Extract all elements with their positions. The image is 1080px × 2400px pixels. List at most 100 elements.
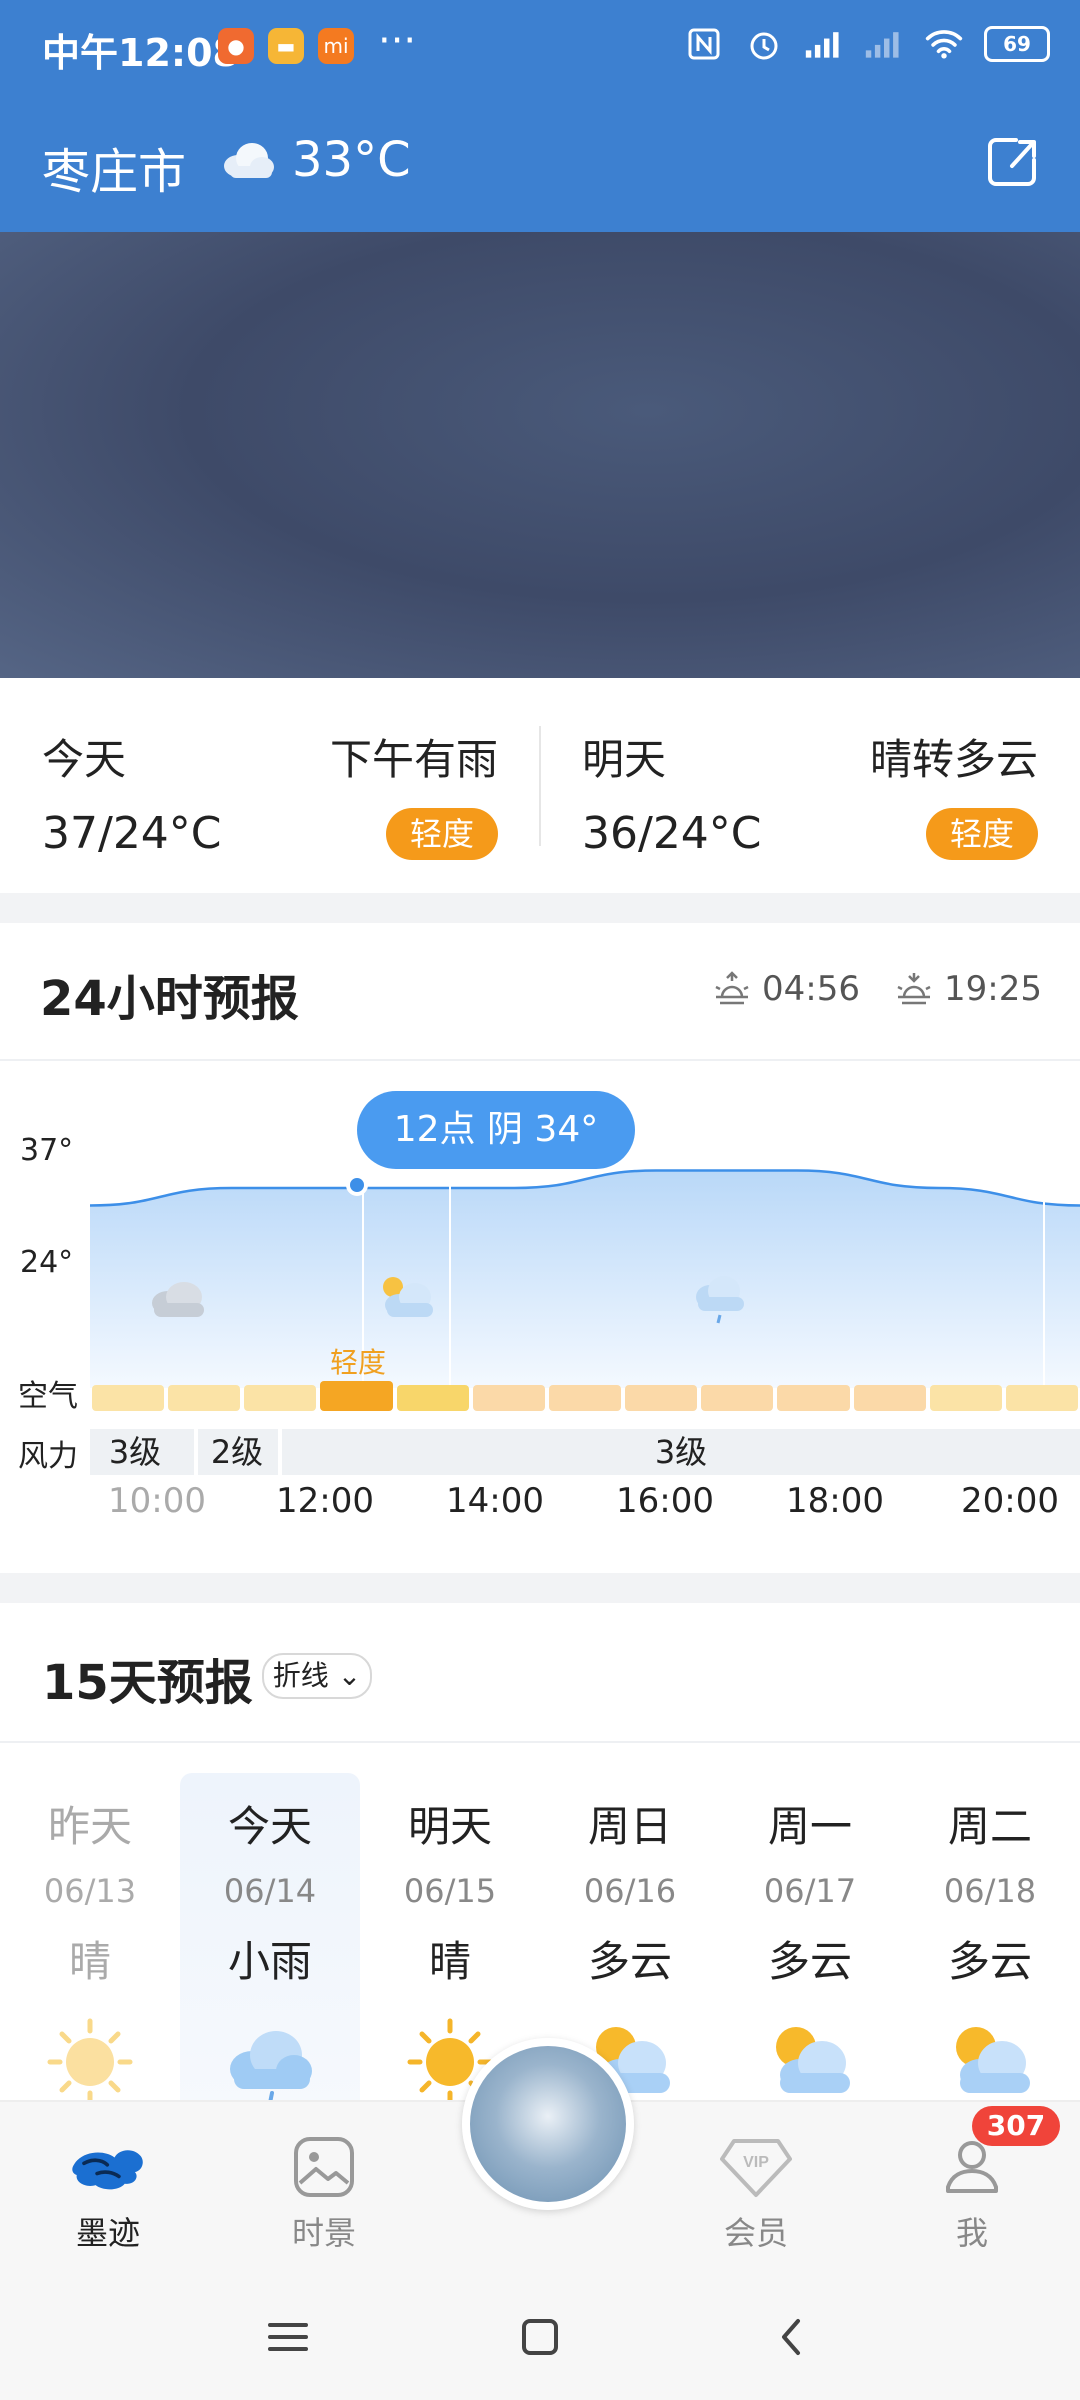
vip-icon: VIP	[716, 2132, 796, 2202]
app-notification-icon: ●	[218, 28, 254, 64]
hour-label: 12:00	[276, 1481, 374, 1521]
y-axis-min: 24°	[20, 1245, 74, 1280]
nav-item-me[interactable]: 我	[902, 2132, 1042, 2254]
hour-label: 20:00	[961, 1481, 1059, 1521]
aqi-segment	[168, 1385, 241, 1411]
image-icon	[284, 2132, 364, 2202]
wind-level: 2级	[210, 1433, 264, 1471]
aqi-segment	[929, 1385, 1002, 1411]
aqi-segment	[625, 1385, 698, 1411]
aqi-level-label: 轻度	[330, 1346, 387, 1379]
air-quality-row-label: 空气	[18, 1379, 78, 1414]
hourly-temperature-chart	[89, 1169, 1080, 1388]
tomorrow-label: 明天	[582, 735, 667, 784]
svg-text:VIP: VIP	[743, 2154, 769, 2171]
day-column[interactable]: 周一 06/17 多云	[720, 1793, 900, 2107]
day-condition: 晴	[68, 1937, 111, 1986]
daily-forecast-card: 15天预报 折线 ⌄ 昨天 06/13 晴 今天 06/14 小雨 明天 06/…	[0, 1603, 1080, 2113]
day-column[interactable]: 今天 06/14 小雨	[180, 1793, 360, 2107]
aqi-segment	[320, 1381, 393, 1411]
tomorrow-condition: 晴转多云	[869, 735, 1038, 784]
home-icon[interactable]	[510, 2312, 570, 2362]
rain-cloud-icon	[220, 2017, 320, 2107]
day-condition: 晴	[428, 1937, 471, 1986]
daily-title: 15天预报	[42, 1655, 253, 1711]
center-scene-button[interactable]	[462, 2038, 634, 2210]
day-name: 周一	[767, 1802, 852, 1851]
signal-icon	[804, 24, 844, 64]
nav-label: 我	[955, 2214, 988, 2252]
wind-level: 3级	[108, 1433, 162, 1471]
day-column[interactable]: 周二 06/18 多云	[900, 1793, 1080, 2107]
current-temperature: 33°C	[292, 132, 411, 188]
today-condition: 下午有雨	[329, 735, 498, 784]
status-time: 中午12:08	[42, 31, 239, 75]
wind-row-label: 风力	[18, 1439, 78, 1474]
day-condition: 小雨	[227, 1937, 312, 1986]
hourly-forecast-card: 24小时预报 04:56 19:25 37° 24° 12点 阴 34° 轻度 …	[0, 923, 1080, 1573]
status-app-icons: ● ▬ mi	[218, 28, 354, 64]
nav-item-moji[interactable]: 墨迹	[38, 2132, 178, 2254]
sun-icon	[40, 2017, 140, 2107]
menu-icon[interactable]	[258, 2312, 318, 2362]
tomorrow-temperature: 36/24°C	[582, 808, 762, 859]
app-header: 枣庄市 33°C	[0, 96, 1080, 232]
aqi-segment	[548, 1385, 622, 1411]
today-tomorrow-card: 今天 下午有雨 37/24°C 轻度 明天 晴转多云 36/24°C 轻度	[0, 678, 1080, 893]
hour-label: 14:00	[446, 1481, 544, 1521]
status-indicators: 69	[684, 24, 1050, 64]
today-temperature: 37/24°C	[42, 808, 222, 859]
notification-badge: 307	[972, 2106, 1060, 2146]
day-name: 今天	[227, 1802, 312, 1851]
temperature-area	[90, 1170, 1080, 1388]
weather-background-image	[0, 232, 1080, 678]
day-column[interactable]: 昨天 06/13 晴	[0, 1793, 180, 2107]
chevron-down-icon: ⌄	[328, 1659, 362, 1692]
today-aqi-badge: 轻度	[386, 808, 498, 860]
day-condition: 多云	[947, 1937, 1032, 1986]
mi-icon: mi	[318, 28, 354, 64]
tomorrow-aqi-badge: 轻度	[926, 808, 1038, 860]
day-date: 06/15	[403, 1872, 497, 1910]
day-date: 06/17	[763, 1872, 857, 1910]
wind-level: 3级	[654, 1433, 708, 1471]
nav-label: 墨迹	[75, 2214, 140, 2252]
day-name: 周日	[587, 1802, 672, 1851]
aqi-segment	[1005, 1385, 1078, 1411]
aqi-segment	[396, 1385, 469, 1411]
chart-mode-label: 折线	[272, 1659, 329, 1692]
aqi-segment	[92, 1385, 165, 1411]
day-name: 昨天	[47, 1802, 132, 1851]
nav-item-vip[interactable]: VIP 会员	[686, 2132, 826, 2254]
moji-logo-icon	[68, 2132, 148, 2202]
selected-hour-tooltip: 12点 阴 34°	[357, 1091, 635, 1169]
day-date: 06/13	[43, 1872, 137, 1910]
aqi-segment	[853, 1385, 926, 1411]
nav-label: 会员	[723, 2214, 788, 2252]
alarm-icon	[744, 24, 784, 64]
app-notification-icon: ▬	[268, 28, 304, 64]
selected-point[interactable]	[346, 1174, 368, 1196]
share-icon[interactable]	[982, 132, 1042, 192]
back-icon[interactable]	[762, 2312, 822, 2362]
city-name[interactable]: 枣庄市	[42, 132, 186, 202]
more-notifications-icon: ···	[378, 18, 417, 64]
nav-item-scenes[interactable]: 时景	[254, 2132, 394, 2254]
day-date: 06/18	[943, 1872, 1037, 1910]
partly-cloudy-icon	[940, 2017, 1040, 2107]
air-quality-bar-row	[90, 1381, 1080, 1415]
tomorrow-summary[interactable]: 明天 晴转多云 36/24°C 轻度	[540, 678, 1080, 893]
day-date: 06/14	[223, 1872, 317, 1910]
aqi-segment	[472, 1385, 545, 1411]
today-label: 今天	[42, 735, 127, 784]
battery-indicator: 69	[984, 26, 1050, 62]
today-summary[interactable]: 今天 下午有雨 37/24°C 轻度	[0, 678, 540, 893]
hour-label: 18:00	[786, 1481, 884, 1521]
aqi-segment	[777, 1385, 850, 1411]
chart-mode-dropdown[interactable]: 折线 ⌄	[262, 1653, 372, 1699]
wifi-icon	[924, 24, 964, 64]
day-condition: 多云	[587, 1937, 672, 1986]
aqi-segment	[244, 1385, 317, 1411]
wind-row: 3级 2级 3级	[90, 1429, 1080, 1475]
day-name: 周二	[947, 1802, 1032, 1851]
